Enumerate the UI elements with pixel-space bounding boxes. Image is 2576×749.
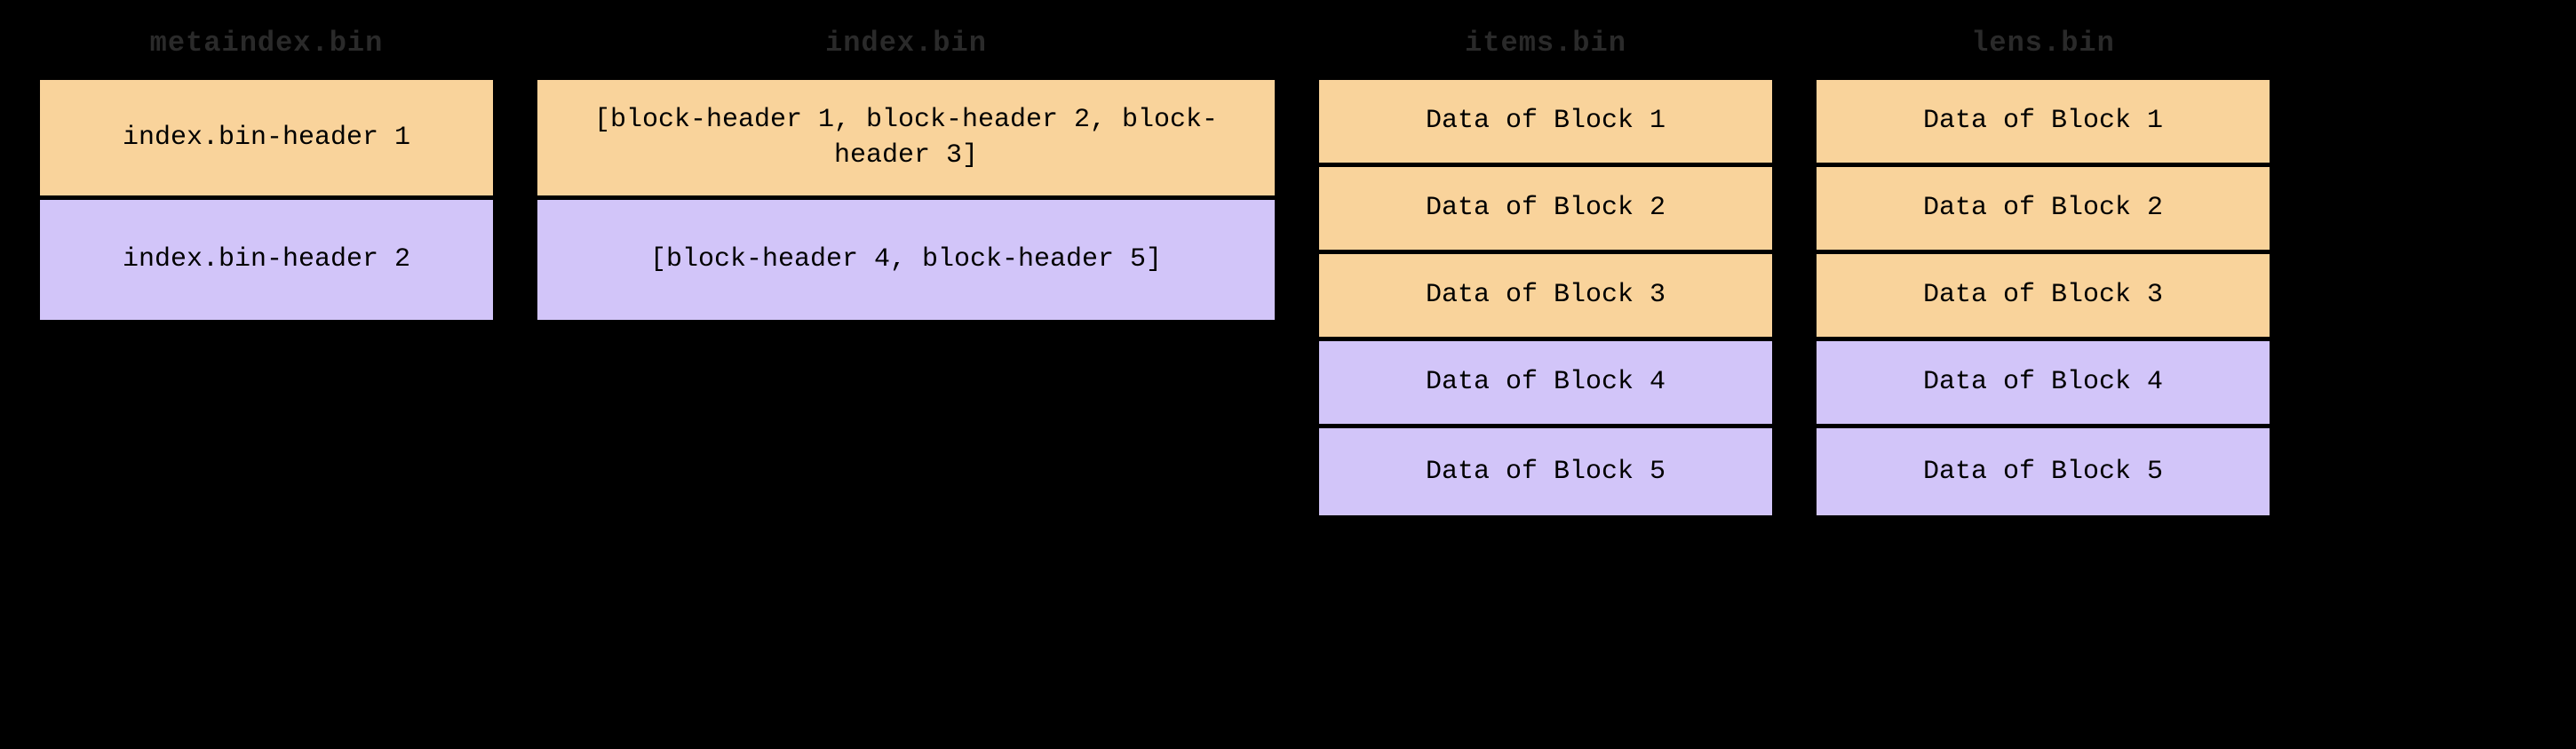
items-cell-1: Data of Block 1 (1319, 80, 1772, 167)
column-title-lens: lens.bin (1812, 27, 2274, 60)
metaindex-cell-1: index.bin-header 1 (40, 80, 493, 200)
lens-cell-3: Data of Block 3 (1817, 254, 2270, 341)
column-title-items: items.bin (1315, 27, 1777, 60)
index-cell-1: [block-header 1, block-header 2, block-h… (537, 80, 1275, 200)
box-group-items: Data of Block 1 Data of Block 2 Data of … (1315, 76, 1777, 520)
column-lens: lens.bin Data of Block 1 Data of Block 2… (1812, 27, 2274, 520)
column-title-metaindex: metaindex.bin (36, 27, 497, 60)
metaindex-cell-2: index.bin-header 2 (40, 200, 493, 320)
column-title-index: index.bin (533, 27, 1279, 60)
index-cell-2: [block-header 4, block-header 5] (537, 200, 1275, 320)
items-cell-3: Data of Block 3 (1319, 254, 1772, 341)
items-cell-5: Data of Block 5 (1319, 428, 1772, 515)
lens-cell-1: Data of Block 1 (1817, 80, 2270, 167)
items-cell-4: Data of Block 4 (1319, 341, 1772, 428)
column-metaindex: metaindex.bin index.bin-header 1 index.b… (36, 27, 497, 324)
lens-cell-4: Data of Block 4 (1817, 341, 2270, 428)
items-cell-2: Data of Block 2 (1319, 167, 1772, 254)
box-group-metaindex: index.bin-header 1 index.bin-header 2 (36, 76, 497, 324)
lens-cell-2: Data of Block 2 (1817, 167, 2270, 254)
column-index: index.bin [block-header 1, block-header … (533, 27, 1279, 324)
box-group-index: [block-header 1, block-header 2, block-h… (533, 76, 1279, 324)
box-group-lens: Data of Block 1 Data of Block 2 Data of … (1812, 76, 2274, 520)
column-items: items.bin Data of Block 1 Data of Block … (1315, 27, 1777, 520)
lens-cell-5: Data of Block 5 (1817, 428, 2270, 515)
